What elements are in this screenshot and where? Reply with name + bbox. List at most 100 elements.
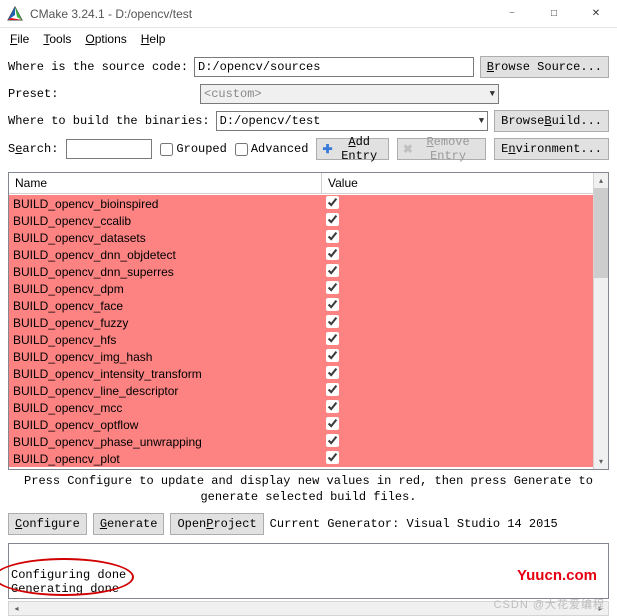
cache-value[interactable] xyxy=(322,349,339,365)
column-value[interactable]: Value xyxy=(322,173,608,193)
table-row[interactable]: BUILD_opencv_fuzzy xyxy=(9,314,593,331)
generate-button[interactable]: Generate xyxy=(93,513,165,535)
table-row[interactable]: BUILD_opencv_ccalib xyxy=(9,212,593,229)
scroll-thumb[interactable] xyxy=(594,188,608,278)
table-row[interactable]: BUILD_opencv_dnn_objdetect xyxy=(9,246,593,263)
window-minimize-button[interactable]: − xyxy=(491,0,533,28)
grouped-checkbox[interactable]: Grouped xyxy=(160,142,226,156)
build-label: Where to build the binaries: xyxy=(8,114,210,128)
cache-value[interactable] xyxy=(322,196,339,212)
cache-value[interactable] xyxy=(322,400,339,416)
environment-button[interactable]: Environment... xyxy=(494,138,609,160)
cache-value[interactable] xyxy=(322,451,339,467)
cache-table: Name Value BUILD_opencv_bioinspired BUILD… xyxy=(8,172,609,470)
table-row[interactable]: BUILD_opencv_img_hash xyxy=(9,348,593,365)
cache-value[interactable] xyxy=(322,434,339,450)
cache-value[interactable] xyxy=(322,315,339,331)
plus-icon: ✚ xyxy=(322,142,332,156)
bool-checkbox[interactable] xyxy=(326,196,339,209)
cache-value[interactable] xyxy=(322,366,339,382)
bool-checkbox[interactable] xyxy=(326,434,339,447)
menu-tools[interactable]: Tools xyxy=(37,30,77,48)
horizontal-scrollbar[interactable]: ◂ ▸ xyxy=(8,601,609,616)
bool-checkbox[interactable] xyxy=(326,451,339,464)
bool-checkbox[interactable] xyxy=(326,213,339,226)
x-icon: ✖ xyxy=(403,142,413,156)
column-name[interactable]: Name xyxy=(9,173,322,193)
browse-build-button[interactable]: Browse Build... xyxy=(494,110,609,132)
cache-value[interactable] xyxy=(322,383,339,399)
scroll-left-icon[interactable]: ◂ xyxy=(9,602,24,615)
search-label: Search: xyxy=(8,142,58,156)
menu-help[interactable]: Help xyxy=(135,30,172,48)
cache-name: BUILD_opencv_face xyxy=(9,299,322,313)
bool-checkbox[interactable] xyxy=(326,349,339,362)
bool-checkbox[interactable] xyxy=(326,230,339,243)
table-row[interactable]: BUILD_opencv_datasets xyxy=(9,229,593,246)
table-row[interactable]: BUILD_opencv_dnn_superres xyxy=(9,263,593,280)
cache-name: BUILD_opencv_ccalib xyxy=(9,214,322,228)
preset-label: Preset: xyxy=(8,87,194,101)
configure-button[interactable]: Configure xyxy=(8,513,87,535)
menu-options[interactable]: Options xyxy=(79,30,132,48)
table-row[interactable]: BUILD_opencv_plot xyxy=(9,450,593,467)
bool-checkbox[interactable] xyxy=(326,247,339,260)
bool-checkbox[interactable] xyxy=(326,383,339,396)
bool-checkbox[interactable] xyxy=(326,281,339,294)
window-close-button[interactable]: ✕ xyxy=(575,0,617,28)
cache-value[interactable] xyxy=(322,332,339,348)
cache-name: BUILD_opencv_phase_unwrapping xyxy=(9,435,322,449)
cache-value[interactable] xyxy=(322,247,339,263)
cache-name: BUILD_opencv_img_hash xyxy=(9,350,322,364)
bool-checkbox[interactable] xyxy=(326,315,339,328)
build-select[interactable]: D:/opencv/test ▼ xyxy=(216,111,489,131)
bool-checkbox[interactable] xyxy=(326,417,339,430)
cache-name: BUILD_opencv_dnn_objdetect xyxy=(9,248,322,262)
cache-value[interactable] xyxy=(322,298,339,314)
table-row[interactable]: BUILD_opencv_face xyxy=(9,297,593,314)
remove-entry-button: ✖Remove Entry xyxy=(397,138,486,160)
table-row[interactable]: BUILD_opencv_hfs xyxy=(9,331,593,348)
open-project-button[interactable]: Open Project xyxy=(170,513,263,535)
vertical-scrollbar[interactable]: ▴ ▾ xyxy=(593,173,608,469)
scroll-right-icon[interactable]: ▸ xyxy=(593,602,608,615)
window-maximize-button[interactable]: □ xyxy=(533,0,575,28)
scroll-up-icon[interactable]: ▴ xyxy=(594,173,608,188)
search-input[interactable] xyxy=(66,139,152,159)
bool-checkbox[interactable] xyxy=(326,332,339,345)
output-panel[interactable]: Configuring doneGenerating done xyxy=(8,543,609,599)
source-input[interactable] xyxy=(194,57,474,77)
cache-value[interactable] xyxy=(322,281,339,297)
preset-value: <custom> xyxy=(204,87,262,101)
cache-name: BUILD_opencv_hfs xyxy=(9,333,322,347)
cache-value[interactable] xyxy=(322,417,339,433)
bool-checkbox[interactable] xyxy=(326,400,339,413)
hint-text: Press Configure to update and display ne… xyxy=(0,470,617,509)
output-line: Configuring done xyxy=(11,568,126,582)
cache-name: BUILD_opencv_dpm xyxy=(9,282,322,296)
cache-value[interactable] xyxy=(322,264,339,280)
table-row[interactable]: BUILD_opencv_bioinspired xyxy=(9,195,593,212)
bool-checkbox[interactable] xyxy=(326,298,339,311)
table-row[interactable]: BUILD_opencv_intensity_transform xyxy=(9,365,593,382)
table-row[interactable]: BUILD_opencv_optflow xyxy=(9,416,593,433)
table-row[interactable]: BUILD_opencv_dpm xyxy=(9,280,593,297)
table-row[interactable]: BUILD_opencv_line_descriptor xyxy=(9,382,593,399)
cache-value[interactable] xyxy=(322,213,339,229)
cmake-logo-icon xyxy=(6,5,24,23)
menu-file[interactable]: File xyxy=(4,30,35,48)
output-line: Generating done xyxy=(11,582,126,596)
build-value: D:/opencv/test xyxy=(220,114,321,128)
table-row[interactable]: BUILD_opencv_phase_unwrapping xyxy=(9,433,593,450)
chevron-down-icon[interactable]: ▼ xyxy=(479,116,484,126)
add-entry-button[interactable]: ✚Add Entry xyxy=(316,138,388,160)
advanced-checkbox[interactable]: Advanced xyxy=(235,142,309,156)
bool-checkbox[interactable] xyxy=(326,264,339,277)
cache-name: BUILD_opencv_line_descriptor xyxy=(9,384,322,398)
scroll-down-icon[interactable]: ▾ xyxy=(594,454,608,469)
cache-value[interactable] xyxy=(322,230,339,246)
browse-source-button[interactable]: Browse Source... xyxy=(480,56,609,78)
chevron-down-icon: ▼ xyxy=(490,89,495,99)
bool-checkbox[interactable] xyxy=(326,366,339,379)
table-row[interactable]: BUILD_opencv_mcc xyxy=(9,399,593,416)
